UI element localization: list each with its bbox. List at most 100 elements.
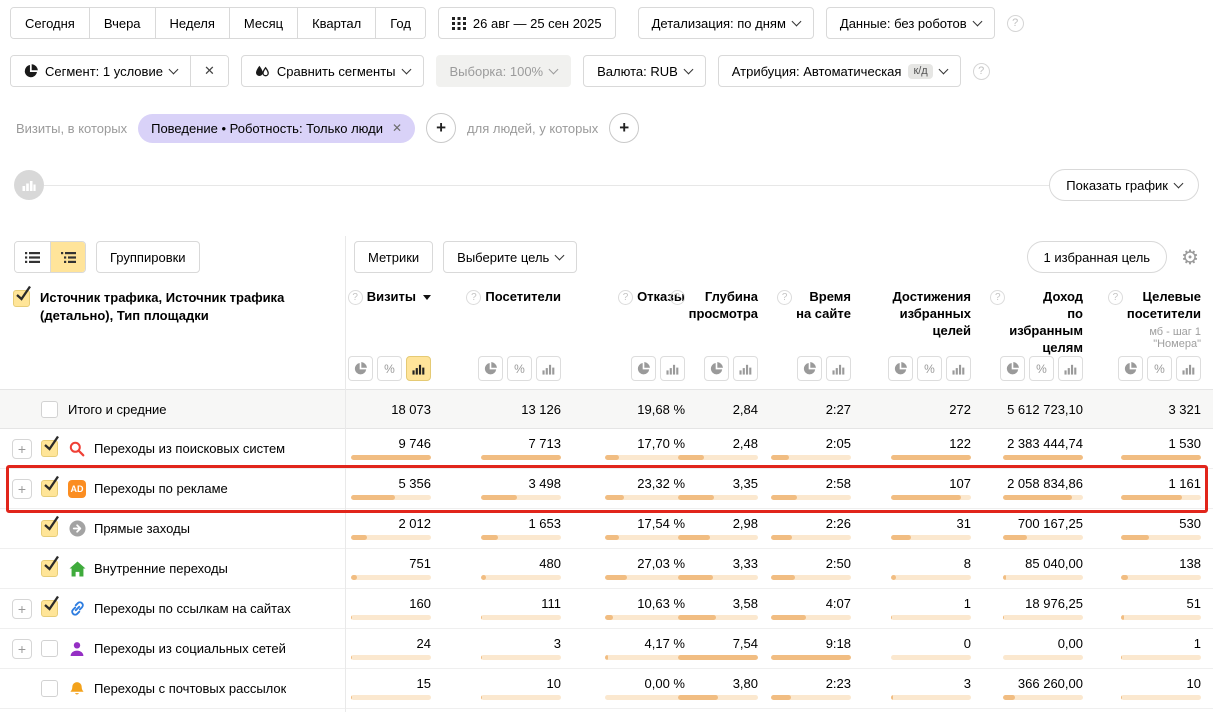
currency-dropdown[interactable]: Валюта: RUB <box>583 55 706 87</box>
bar-chart-icon[interactable] <box>536 356 561 381</box>
metric-value: 2 383 444,74 <box>1007 436 1083 451</box>
row-label[interactable]: Прямые заходы <box>94 521 190 536</box>
metric-value: 4,17 % <box>645 636 685 651</box>
row-checkbox[interactable] <box>41 480 58 497</box>
pie-chart-icon[interactable] <box>478 356 503 381</box>
period-button-1[interactable]: Вчера <box>89 8 155 38</box>
period-button-2[interactable]: Неделя <box>155 8 229 38</box>
help-icon[interactable]: ? <box>1007 15 1024 32</box>
row-checkbox[interactable] <box>41 680 58 697</box>
column-label-visits[interactable]: Визиты <box>367 289 416 306</box>
segment-dropdown[interactable]: Сегмент: 1 условие <box>11 56 190 86</box>
sampling-dropdown[interactable]: Выборка: 100% <box>436 55 572 87</box>
column-label-time[interactable]: Время на сайте <box>796 289 851 323</box>
period-button-3[interactable]: Месяц <box>229 8 297 38</box>
column-label-visitors[interactable]: Посетители <box>485 289 561 306</box>
percent-icon[interactable]: % <box>1147 356 1172 381</box>
row-label[interactable]: Переходы по ссылкам на сайтах <box>94 601 291 616</box>
row-label[interactable]: Переходы с почтовых рассылок <box>94 681 286 696</box>
row-label[interactable]: Переходы по рекламе <box>94 481 228 496</box>
row-label[interactable]: Внутренние переходы <box>94 561 228 576</box>
metric-bar <box>771 615 851 620</box>
bar-chart-icon[interactable] <box>1058 356 1083 381</box>
attribution-dropdown[interactable]: Атрибуция: Автоматическая к/д <box>718 55 961 87</box>
percent-icon[interactable]: % <box>1029 356 1054 381</box>
metrics-button[interactable]: Метрики <box>354 241 433 273</box>
expand-row-button[interactable]: + <box>12 599 32 619</box>
column-header-goals: Достижения избранных целей% <box>863 283 983 389</box>
favorite-goal-button[interactable]: 1 избранная цель <box>1027 241 1168 273</box>
column-label-revenue[interactable]: Доход по избранным целям <box>1009 289 1083 357</box>
row-checkbox[interactable] <box>41 600 58 617</box>
ad-badge-icon: AD <box>68 480 86 498</box>
percent-icon[interactable]: % <box>917 356 942 381</box>
show-chart-button[interactable]: Показать график <box>1049 169 1199 201</box>
help-icon[interactable]: ? <box>973 63 990 80</box>
pie-chart-icon[interactable] <box>1000 356 1025 381</box>
gear-icon[interactable]: ⚙ <box>1181 247 1199 267</box>
goal-select-dropdown[interactable]: Выберите цель <box>443 241 577 273</box>
row-label[interactable]: Переходы из социальных сетей <box>94 641 286 656</box>
select-all-checkbox[interactable] <box>13 290 30 307</box>
row-label[interactable]: Переходы из поисковых систем <box>94 441 285 456</box>
bar-chart-icon[interactable] <box>406 356 431 381</box>
bar-chart-icon[interactable] <box>946 356 971 381</box>
tree-view-button[interactable] <box>50 242 85 272</box>
column-header-visitors: ?Посетители% <box>443 283 573 389</box>
pie-chart-icon[interactable] <box>797 356 822 381</box>
data-mode-dropdown[interactable]: Данные: без роботов <box>826 7 995 39</box>
groupings-button[interactable]: Группировки <box>96 241 200 273</box>
row-checkbox[interactable] <box>41 440 58 457</box>
bar-chart-icon[interactable] <box>826 356 851 381</box>
percent-icon[interactable]: % <box>377 356 402 381</box>
metric-value: 111 <box>541 596 561 611</box>
metric-value: 3,80 <box>733 676 758 691</box>
metric-value: 31 <box>957 516 971 531</box>
metric-bar <box>351 575 431 580</box>
metric-bar <box>605 615 685 620</box>
list-view-button[interactable] <box>15 242 50 272</box>
expand-row-button[interactable]: + <box>12 639 32 659</box>
row-label[interactable]: Итого и средние <box>68 402 166 417</box>
segment-conditions-row: Визиты, в которых Поведение • Роботность… <box>0 87 1213 143</box>
close-icon[interactable]: ✕ <box>392 121 402 135</box>
row-checkbox[interactable] <box>41 640 58 657</box>
percent-icon[interactable]: % <box>507 356 532 381</box>
metric-cell-visits: 18 073 <box>345 390 443 428</box>
bar-chart-icon[interactable] <box>733 356 758 381</box>
period-button-0[interactable]: Сегодня <box>11 8 89 38</box>
compare-segments-dropdown[interactable]: Сравнить сегменты <box>241 55 424 87</box>
metric-bar <box>351 535 431 540</box>
add-visit-condition-button[interactable]: + <box>426 113 456 143</box>
column-label-goals[interactable]: Достижения избранных целей <box>893 289 971 340</box>
period-button-4[interactable]: Квартал <box>297 8 375 38</box>
pie-chart-icon[interactable] <box>348 356 373 381</box>
metric-cell-revenue: 0,00 <box>983 629 1095 668</box>
bar-chart-icon[interactable] <box>1176 356 1201 381</box>
segment-condition-chip[interactable]: Поведение • Роботность: Только люди ✕ <box>138 114 415 143</box>
chart-collapsed-icon[interactable] <box>14 170 44 200</box>
column-label-target[interactable]: Целевые посетители <box>1127 289 1201 323</box>
metric-value: 160 <box>409 596 431 611</box>
table-row: Прямые заходы2 0121 65317,54 %2,982:2631… <box>0 509 1213 549</box>
metric-value: 0 <box>964 636 971 651</box>
detalization-dropdown[interactable]: Детализация: по дням <box>638 7 814 39</box>
segment-clear-button[interactable]: ✕ <box>190 56 228 86</box>
add-people-condition-button[interactable]: + <box>609 113 639 143</box>
pie-chart-icon[interactable] <box>631 356 656 381</box>
metric-value: 13 126 <box>521 402 561 417</box>
period-button-5[interactable]: Год <box>375 8 425 38</box>
pie-chart-icon[interactable] <box>888 356 913 381</box>
column-label-depth[interactable]: Глубина просмотра <box>689 289 758 323</box>
pie-chart-icon[interactable] <box>704 356 729 381</box>
date-range-button[interactable]: 26 авг — 25 сен 2025 <box>438 7 616 39</box>
bar-chart-icon[interactable] <box>660 356 685 381</box>
row-checkbox[interactable] <box>41 401 58 418</box>
row-checkbox[interactable] <box>41 560 58 577</box>
expand-row-button[interactable]: + <box>12 439 32 459</box>
pie-chart-icon[interactable] <box>1118 356 1143 381</box>
metric-bar <box>678 575 758 580</box>
expand-row-button[interactable]: + <box>12 479 32 499</box>
chart-toggle-row: Показать график <box>0 169 1213 201</box>
row-checkbox[interactable] <box>41 520 58 537</box>
